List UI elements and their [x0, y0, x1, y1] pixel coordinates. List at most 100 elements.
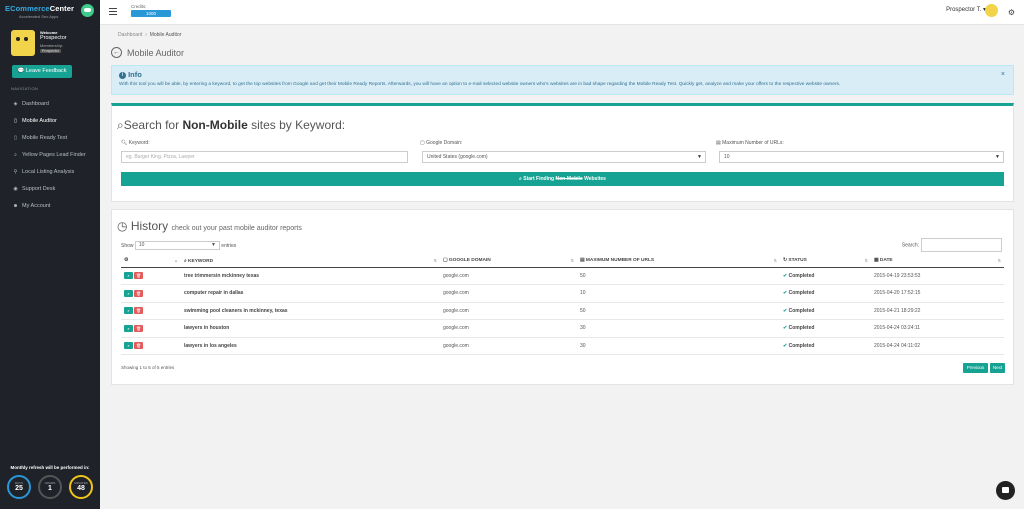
- delete-button[interactable]: 🗑︎: [134, 307, 143, 315]
- row-status-label: Completed: [788, 342, 815, 349]
- delete-button[interactable]: 🗑︎: [134, 324, 143, 332]
- sort-icon: ⇅: [570, 258, 574, 263]
- breadcrumb: Dashboard › Mobile Auditor: [118, 32, 181, 38]
- keyword-label: 🔍︎ Keyword:: [121, 140, 150, 146]
- row-domain: google.com: [440, 319, 577, 338]
- previous-button[interactable]: Previous: [963, 363, 988, 373]
- show-entries: Show 10 ▼ entries: [121, 241, 236, 250]
- membership-label: Membership:: [40, 43, 64, 48]
- cloud-icon: [81, 4, 94, 17]
- row-status-label: Completed: [788, 290, 815, 297]
- view-report-button[interactable]: ⌕: [124, 324, 133, 332]
- sort-icon: ⇅: [433, 258, 437, 263]
- search-title: ⌕Search for Non-Mobile sites by Keyword:: [117, 118, 345, 133]
- sort-icon: ⇅: [864, 258, 868, 263]
- delete-button[interactable]: 🗑︎: [134, 342, 143, 350]
- google-domain-select[interactable]: United States (google.com) ▼: [422, 151, 706, 163]
- view-report-button[interactable]: ⌕: [124, 289, 133, 297]
- back-button[interactable]: ←: [111, 47, 122, 58]
- info-body: With this tool you will be able, by ente…: [119, 82, 841, 87]
- refresh-icon: ↻: [783, 258, 788, 264]
- max-urls-value: 10: [724, 154, 730, 160]
- row-keyword: swimming pool cleaners in mckinney, texa…: [181, 302, 440, 320]
- sidebar-item-label: Mobile Auditor: [22, 118, 57, 124]
- user-menu[interactable]: Prospector T. ▾: [946, 6, 986, 13]
- delete-button[interactable]: 🗑︎: [134, 272, 143, 280]
- view-report-button[interactable]: ⌕: [124, 307, 133, 315]
- sidebar-item-support-desk[interactable]: ◉ Support Desk: [0, 181, 100, 198]
- view-report-button[interactable]: ⌕: [124, 272, 133, 280]
- sidebar-item-mobile-auditor[interactable]: ▯ Mobile Auditor: [0, 113, 100, 130]
- max-urls-header[interactable]: ▤ MAXIMUM NUMBER OF URLS ⇅: [577, 255, 780, 268]
- date-header[interactable]: ▦ DATE ⇅: [871, 255, 1004, 268]
- search-title-bold: Non-Mobile: [182, 118, 248, 132]
- brand-logo[interactable]: ECommerceCenter Accelerated Seo Apps: [0, 0, 100, 22]
- gear-icon[interactable]: ⚙: [1008, 8, 1015, 17]
- close-icon[interactable]: ×: [1001, 71, 1005, 78]
- row-max-urls: 50: [577, 302, 780, 320]
- row-status-label: Completed: [788, 325, 815, 332]
- max-urls-label-text: Maximum Number of URLs:: [722, 140, 784, 146]
- table-row: ⌕ 🗑︎ swimming pool cleaners in mckinney, …: [121, 302, 1004, 320]
- dial-value: 25: [15, 485, 23, 492]
- breadcrumb-home[interactable]: Dashboard: [118, 32, 142, 38]
- google-icon: ▢: [443, 258, 448, 264]
- user-name: Prospector: [40, 35, 67, 41]
- max-urls-select[interactable]: 10 ▼: [719, 151, 1004, 163]
- history-subtitle: check out your past mobile auditor repor…: [171, 225, 302, 232]
- leave-feedback-button[interactable]: 💬 Leave Feedback: [12, 65, 72, 78]
- key-icon: 🔍︎: [121, 140, 128, 146]
- sidebar-item-mobile-ready-test[interactable]: ▯ Mobile Ready Test: [0, 130, 100, 147]
- sidebar-item-yellow-pages[interactable]: ⌕ Yellow Pages Lead Finder: [0, 147, 100, 164]
- membership-badge: Prospector: [40, 49, 61, 53]
- google-domain-label: ▢ Google Domain:: [420, 140, 462, 146]
- google-domain-header[interactable]: ▢ GOOGLE DOMAIN ⇅: [440, 255, 577, 268]
- search-icon: ⌕: [14, 152, 17, 158]
- keyword-input[interactable]: eg. Burger King, Pizza, Lawyer: [121, 151, 408, 163]
- row-max-urls: 30: [577, 337, 780, 355]
- chat-widget-icon[interactable]: [996, 481, 1015, 500]
- row-status-label: Completed: [788, 272, 815, 279]
- status-header[interactable]: ↻ STATUS ⇅: [780, 255, 871, 268]
- sidebar-item-dashboard[interactable]: ◈ Dashboard: [0, 96, 100, 113]
- delete-button[interactable]: 🗑︎: [134, 289, 143, 297]
- minutes-dial: MINUTES 48: [69, 475, 93, 499]
- days-dial: DAYS 25: [7, 475, 31, 499]
- row-date: 2015-04-19 23:53:53: [871, 267, 1004, 285]
- row-status-label: Completed: [788, 307, 815, 314]
- search-title-post: sites by Keyword:: [247, 118, 346, 132]
- row-domain: google.com: [440, 284, 577, 303]
- sort-icon[interactable]: ▲: [174, 258, 178, 263]
- entries-value: 10: [138, 242, 145, 248]
- caret-down-icon: ▼: [995, 154, 1000, 160]
- sidebar-item-local-listing[interactable]: ⚲ Local Listing Analysis: [0, 164, 100, 181]
- hamburger-menu-icon[interactable]: [109, 8, 117, 15]
- hours-dial: HOURS 1: [38, 475, 62, 499]
- calendar-icon: ▦: [874, 258, 879, 264]
- search-input[interactable]: [921, 238, 1002, 252]
- start-finding-button[interactable]: ⌕ Start Finding Non-Mobile Websites: [121, 172, 1004, 186]
- sidebar-item-label: Dashboard: [22, 101, 49, 107]
- history-panel: ◷ History check out your past mobile aud…: [111, 209, 1014, 385]
- topbar: Credits: 1000 Prospector T. ▾ ⚙: [100, 0, 1024, 25]
- row-status: ✔ Completed: [780, 337, 871, 355]
- history-title-text: History: [130, 219, 169, 233]
- breadcrumb-separator: ›: [145, 32, 147, 38]
- row-status: ✔ Completed: [780, 267, 871, 285]
- row-max-urls: 10: [577, 284, 780, 303]
- search-icon: ⌕: [519, 176, 522, 182]
- sidebar-nav: ◈ Dashboard ▯ Mobile Auditor ▯ Mobile Ready…: [0, 96, 100, 215]
- sidebar-item-label: Support Desk: [22, 186, 56, 192]
- sidebar-item-my-account[interactable]: ☻ My Account: [0, 198, 100, 215]
- arrow-left-icon: ←: [113, 49, 120, 56]
- table-search: Search:: [902, 238, 1002, 252]
- avatar[interactable]: [985, 4, 998, 17]
- dashboard-icon: ◈: [13, 101, 18, 107]
- row-domain: google.com: [440, 267, 577, 285]
- entries-select[interactable]: 10 ▼: [134, 241, 220, 250]
- list-icon: ▤: [580, 258, 585, 264]
- keyword-header[interactable]: ⌕ KEYWORD ⇅: [181, 255, 440, 268]
- search-icon: ⌕: [117, 118, 124, 132]
- view-report-button[interactable]: ⌕: [124, 342, 133, 350]
- next-button[interactable]: Next: [990, 363, 1005, 373]
